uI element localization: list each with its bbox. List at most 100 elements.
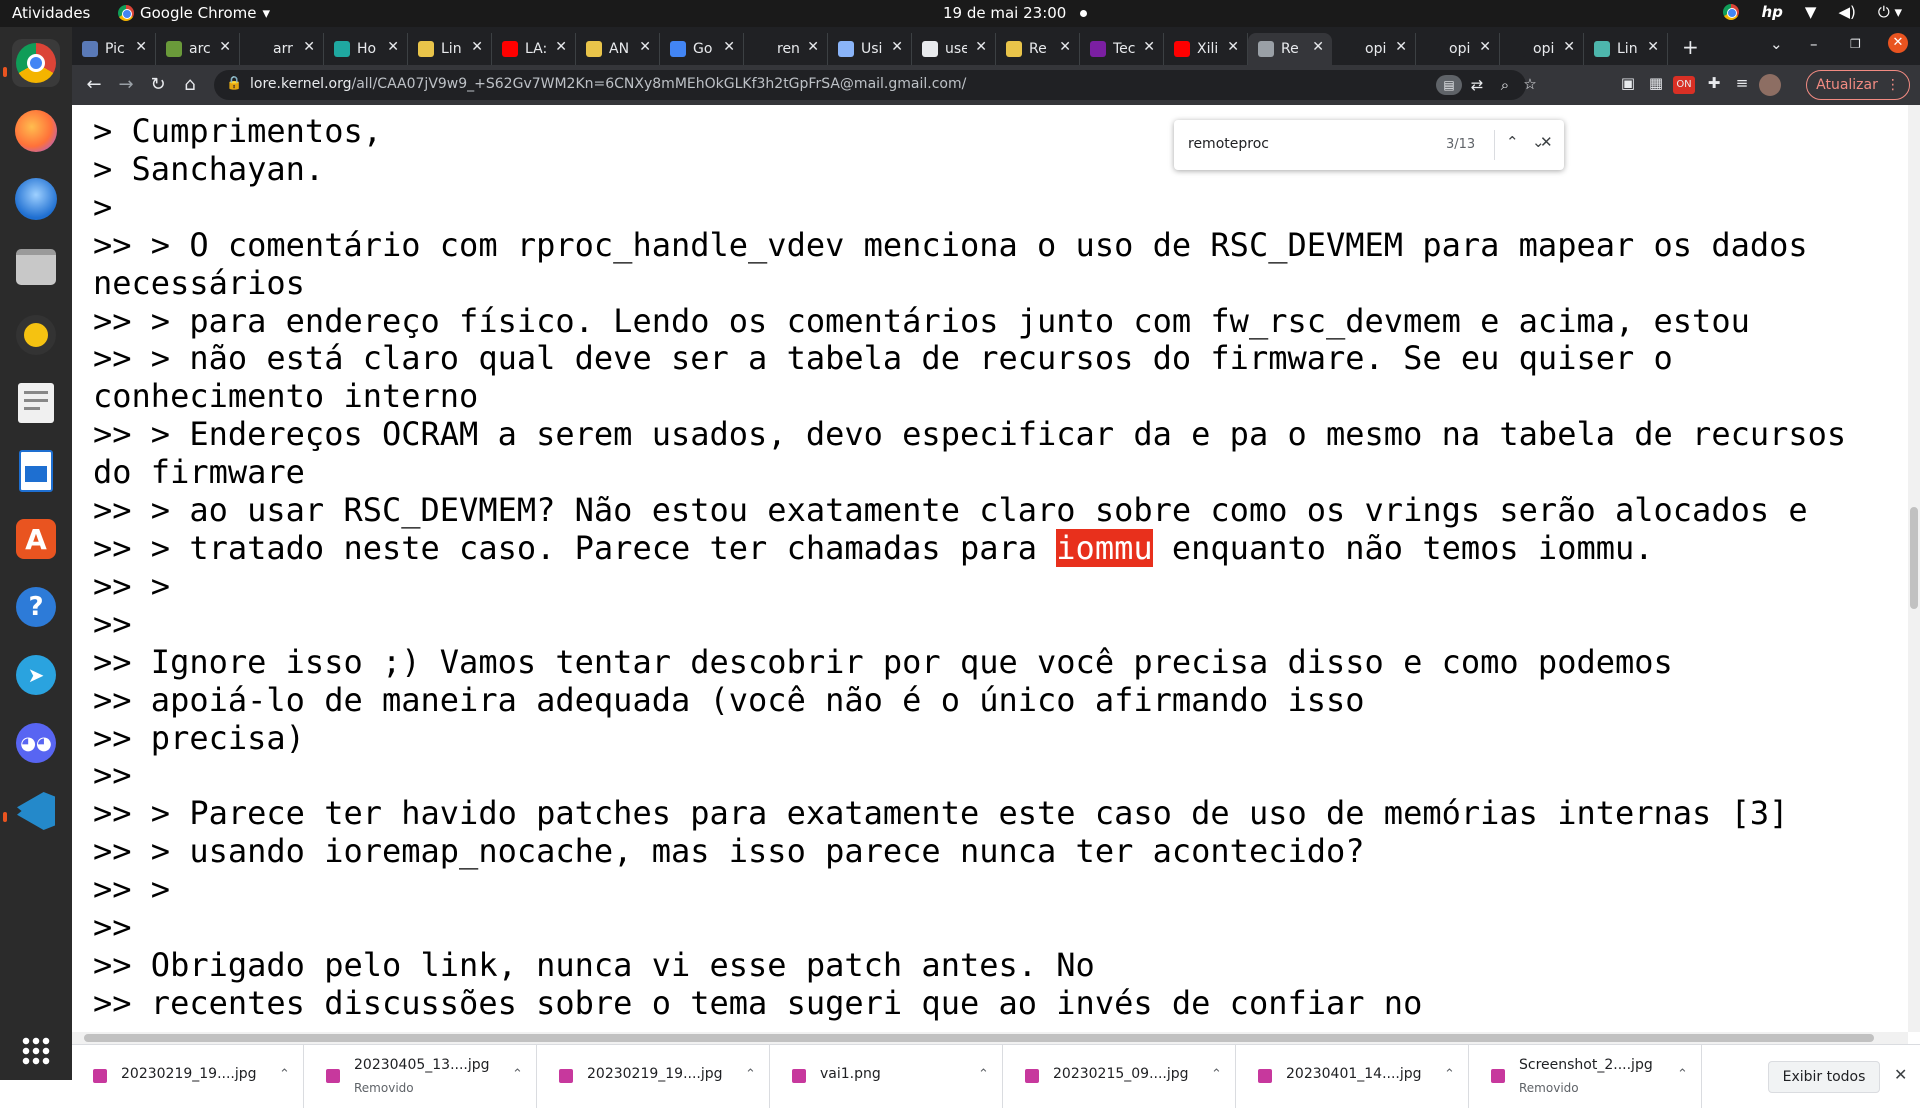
tab-close-icon[interactable]: ✕ [1059,39,1071,55]
download-item[interactable]: 20230219_19....jpg ⌃ [72,1045,304,1108]
maximize-icon[interactable]: ❐ [1850,37,1861,51]
wifi-icon[interactable]: ▼ [1805,3,1817,21]
power-icon[interactable]: ⏻ ▾ [1878,3,1902,21]
tab-close-icon[interactable]: ✕ [387,39,399,55]
profile-avatar[interactable] [1759,74,1781,96]
tab-close-icon[interactable]: ✕ [555,39,567,55]
find-close-icon[interactable]: ✕ [1540,133,1553,151]
close-window-icon[interactable]: ✕ [1888,33,1908,53]
tab-favicon-icon [1090,41,1106,57]
rhythmbox-dock-icon[interactable] [12,311,60,359]
vertical-scrollbar[interactable] [1908,105,1920,1032]
find-input[interactable]: remoteproc [1188,136,1269,152]
download-item[interactable]: 20230401_14....jpg ⌃ [1237,1045,1469,1108]
hp-icon[interactable]: hp [1761,3,1782,21]
download-item[interactable]: Screenshot_2....jpg Removido ⌃ [1470,1045,1702,1108]
clock[interactable]: 19 de mai 23:00 [943,4,1088,22]
tab-search-icon[interactable]: ⌄ [1770,35,1783,53]
files-dock-icon[interactable] [12,243,60,291]
extensions-puzzle-icon[interactable]: ✚ [1703,74,1725,92]
firefox-dock-icon[interactable] [12,107,60,155]
url-text[interactable]: lore.kernel.org/all/CAA07jV9w9_+S62Gv7WM… [250,76,966,92]
browser-tab[interactable]: Usi ✕ [828,33,912,65]
show-all-downloads-button[interactable]: Exibir todos [1768,1061,1880,1093]
tab-close-icon[interactable]: ✕ [1647,39,1659,55]
browser-tab[interactable]: Re ✕ [996,33,1080,65]
tab-close-icon[interactable]: ✕ [1143,39,1155,55]
chrome-tray-icon[interactable] [1723,4,1740,20]
browser-tab[interactable]: arr ✕ [240,33,324,65]
thunderbird-dock-icon[interactable] [12,175,60,223]
zoom-icon[interactable]: ⌕ [1494,76,1516,94]
download-item[interactable]: 20230405_13....jpg Removido ⌃ [305,1045,537,1108]
tab-close-icon[interactable]: ✕ [303,39,315,55]
translate-icon[interactable]: ⇄ [1466,76,1488,94]
chrome-dock-icon[interactable] [12,39,60,87]
system-tray[interactable]: hp ▼ ◀) ⏻ ▾ [1723,3,1902,21]
address-bar[interactable]: 🔒 lore.kernel.org/all/CAA07jV9w9_+S62Gv7… [214,70,1537,100]
vscode-dock-icon[interactable] [12,787,60,835]
browser-tab[interactable]: opi ✕ [1332,33,1416,65]
find-previous-icon[interactable]: ⌃ [1506,133,1519,151]
reader-mode-icon[interactable]: ▤ [1436,75,1462,95]
download-item[interactable]: 20230219_19....jpg ⌃ [538,1045,770,1108]
telegram-dock-icon[interactable]: ➤ [12,651,60,699]
text-editor-dock-icon[interactable] [12,379,60,427]
new-tab-plus-icon[interactable]: + [1682,35,1699,59]
browser-tab[interactable]: LA: ✕ [492,33,576,65]
tab-close-icon[interactable]: ✕ [1227,39,1239,55]
tab-close-icon[interactable]: ✕ [135,39,147,55]
home-icon[interactable]: ⌂ [178,73,202,97]
reload-icon[interactable]: ↻ [146,73,170,97]
browser-tab[interactable]: opi ✕ [1500,33,1584,65]
tab-close-icon[interactable]: ✕ [219,39,231,55]
download-item[interactable]: vai1.png ⌃ [771,1045,1003,1108]
tab-close-icon[interactable]: ✕ [975,39,987,55]
tab-close-icon[interactable]: ✕ [471,39,483,55]
tab-close-icon[interactable]: ✕ [807,39,819,55]
back-arrow-icon[interactable]: ← [82,73,106,97]
tab-close-icon[interactable]: ✕ [1395,39,1407,55]
browser-tab[interactable]: Lin ✕ [1584,33,1668,65]
browser-tab[interactable]: Xili ✕ [1164,33,1248,65]
tab-close-icon[interactable]: ✕ [1563,39,1575,55]
extension-1-icon[interactable]: ▣ [1617,74,1639,92]
bookmark-star-icon[interactable]: ☆ [1519,75,1541,93]
download-item[interactable]: 20230215_09....jpg ⌃ [1004,1045,1236,1108]
browser-tab[interactable]: Go ✕ [660,33,744,65]
horizontal-scrollbar[interactable] [72,1032,1908,1044]
lock-icon[interactable]: 🔒 [226,76,242,91]
discord-dock-icon[interactable]: ◕◕ [12,719,60,767]
horizontal-scrollbar-thumb[interactable] [84,1034,1874,1042]
activities-button[interactable]: Atividades [12,4,90,22]
update-chrome-button[interactable]: Atualizar ⋮ [1806,70,1910,100]
tab-close-icon[interactable]: ✕ [1479,39,1491,55]
browser-tab[interactable]: arc ✕ [156,33,240,65]
browser-tab[interactable]: ren ✕ [744,33,828,65]
tab-close-icon[interactable]: ✕ [1312,39,1324,55]
app-menu[interactable]: Google Chrome ▾ [118,4,270,22]
browser-tab[interactable]: opi ✕ [1416,33,1500,65]
libreoffice-writer-dock-icon[interactable] [12,447,60,495]
tab-close-icon[interactable]: ✕ [723,39,735,55]
browser-tab[interactable]: Re ✕ [1248,33,1332,65]
browser-tab[interactable]: Pic ✕ [72,33,156,65]
close-shelf-icon[interactable]: ✕ [1894,1065,1907,1084]
vertical-scrollbar-thumb[interactable] [1910,507,1918,609]
show-apps-grid-icon[interactable] [12,1027,60,1075]
forward-arrow-icon[interactable]: → [114,73,138,97]
tab-close-icon[interactable]: ✕ [639,39,651,55]
extension-2-icon[interactable]: ▦ [1645,74,1667,92]
browser-tab[interactable]: use ✕ [912,33,996,65]
browser-tab[interactable]: Tec ✕ [1080,33,1164,65]
volume-icon[interactable]: ◀) [1838,3,1855,21]
browser-tab[interactable]: Ho ✕ [324,33,408,65]
software-center-dock-icon[interactable]: A [12,515,60,563]
browser-tab[interactable]: AN ✕ [576,33,660,65]
minimize-icon[interactable]: – [1810,35,1818,53]
media-queue-icon[interactable]: ≡ [1731,74,1753,92]
tab-close-icon[interactable]: ✕ [891,39,903,55]
extension-on-icon[interactable]: ON [1673,76,1695,94]
help-dock-icon[interactable]: ? [12,583,60,631]
browser-tab[interactable]: Lin ✕ [408,33,492,65]
